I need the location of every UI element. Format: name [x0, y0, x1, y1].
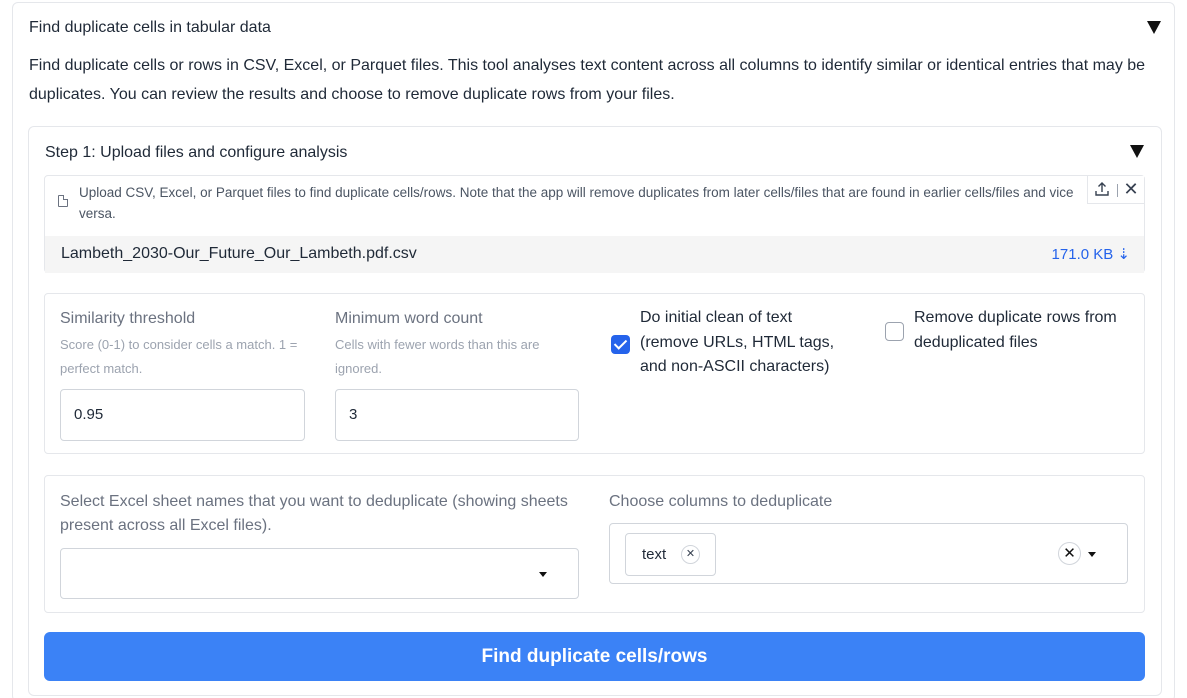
outer-accordion-title[interactable]: Find duplicate cells in tabular data [29, 19, 271, 37]
minimum-word-count-info: Cells with fewer words than this are ign… [335, 337, 540, 376]
step1-accordion: Step 1: Upload files and configure analy… [28, 126, 1162, 696]
upload-icon-buttons: ✕ [1087, 176, 1144, 204]
step1-title[interactable]: Step 1: Upload files and configure analy… [45, 144, 347, 162]
collapse-triangle-icon[interactable] [1130, 145, 1144, 158]
file-upload[interactable]: Upload CSV, Excel, or Parquet files to f… [44, 175, 1145, 273]
clear-selection-icon[interactable]: ✕ [1058, 542, 1081, 565]
icon-separator [1117, 184, 1118, 197]
remove-tag-icon[interactable]: ✕ [681, 545, 700, 564]
uploaded-file-row: Lambeth_2030-Our_Future_Our_Lambeth.pdf.… [45, 236, 1144, 273]
dropdown-caret-icon [539, 572, 547, 577]
similarity-threshold-input[interactable]: 0.95 [60, 389, 305, 441]
analysis-options: Similarity threshold Score (0-1) to cons… [44, 293, 1145, 454]
close-icon[interactable]: ✕ [1122, 179, 1140, 199]
tool-description: Find duplicate cells or rows in CSV, Exc… [29, 57, 1146, 103]
download-file-link[interactable]: 171.0 KB ⇣ [1052, 245, 1130, 263]
upload-header: Upload CSV, Excel, or Parquet files to f… [45, 176, 1144, 236]
outer-accordion: Find duplicate cells in tabular data Fin… [12, 2, 1175, 698]
similarity-threshold-info: Score (0-1) to consider cells a match. 1… [60, 337, 298, 376]
remove-duplicates-checkbox[interactable] [885, 322, 904, 341]
uploaded-file-name: Lambeth_2030-Our_Future_Our_Lambeth.pdf.… [61, 245, 417, 262]
minimum-word-count-input[interactable]: 3 [335, 389, 579, 441]
clean-text-label: Do initial clean of text (remove URLs, H… [640, 309, 835, 375]
sheet-names-label: Select Excel sheet names that you want t… [60, 493, 568, 534]
upload-instructions: Upload CSV, Excel, or Parquet files to f… [79, 185, 1074, 221]
find-duplicates-button[interactable]: Find duplicate cells/rows [44, 632, 1145, 681]
column-tag-label: text [642, 546, 667, 563]
sheet-names-dropdown[interactable] [60, 548, 579, 599]
remove-duplicates-label: Remove duplicate rows from deduplicated … [914, 309, 1117, 351]
columns-dropdown[interactable]: text ✕ ✕ [609, 523, 1128, 584]
upload-icon[interactable] [1094, 180, 1110, 198]
columns-label: Choose columns to deduplicate [609, 493, 833, 510]
dropdown-caret-icon[interactable] [1088, 552, 1096, 557]
collapse-triangle-icon[interactable] [1147, 21, 1161, 34]
deduplication-selectors: Select Excel sheet names that you want t… [44, 475, 1145, 613]
column-tag: text ✕ [625, 533, 716, 576]
file-icon [58, 195, 68, 207]
minimum-word-count-label: Minimum word count [335, 310, 483, 327]
clean-text-checkbox[interactable] [611, 335, 630, 354]
similarity-threshold-label: Similarity threshold [60, 310, 196, 327]
